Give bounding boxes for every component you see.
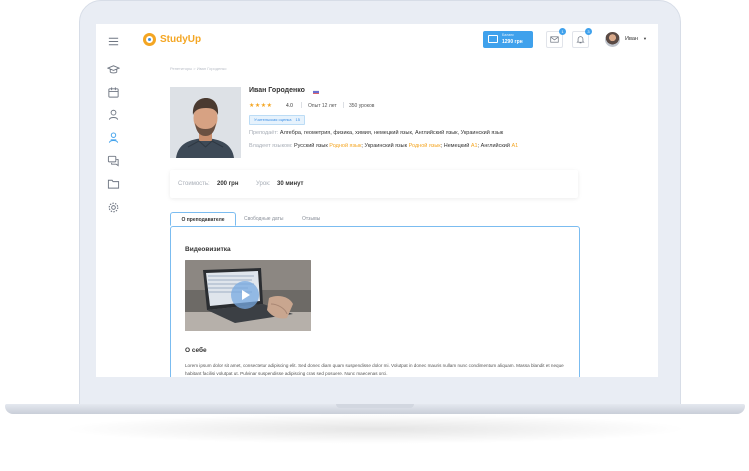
lesson-label: Урок: <box>256 181 271 187</box>
folder-icon[interactable] <box>106 177 120 191</box>
language-4-level: A1 <box>511 143 519 149</box>
language-2-level: Родной язык <box>408 143 441 149</box>
tab-free-dates[interactable]: Свободные даты <box>244 212 283 226</box>
notifications-button[interactable]: 3 <box>572 28 592 48</box>
logo[interactable]: StudyUp <box>143 33 201 46</box>
tab-reviews[interactable]: Отзывы <box>302 212 320 226</box>
cost-label: Стоимость: <box>178 181 210 187</box>
laptop-shadow <box>60 414 690 444</box>
logo-mark-icon <box>143 33 156 46</box>
languages-label: Владеет языком: <box>249 143 293 149</box>
breadcrumb[interactable]: Репетиторы > Иван Городенко <box>170 66 226 71</box>
teacher-name: Иван Городенко <box>249 87 305 94</box>
user-icon[interactable] <box>106 108 120 122</box>
bell-icon <box>576 36 585 44</box>
play-icon[interactable] <box>231 281 259 309</box>
languages-line: Владеет языком: Русский язык Родной язык… <box>249 143 518 149</box>
lessons-count: 350 уроков <box>349 103 375 109</box>
gear-icon[interactable] <box>106 201 120 215</box>
language-4: ; Английский <box>477 143 510 149</box>
divider <box>343 102 344 108</box>
rating-value: 4.0 <box>286 103 293 109</box>
about-title: О себе <box>185 347 207 354</box>
flag-icon <box>313 90 319 94</box>
teacher-icon[interactable] <box>106 131 120 145</box>
chat-icon[interactable] <box>106 154 120 168</box>
subjects-label: Преподаёт: <box>249 130 279 136</box>
app-screen: StudyUp Баланс 1290 грн 1 3 Иван ▼ Репет… <box>96 24 658 377</box>
status-badge: Учительская оценка 15 <box>249 115 305 125</box>
laptop-notch <box>336 404 414 408</box>
subjects-value: Алгебра, геометрия, физика, химия, немец… <box>279 130 504 136</box>
video-player[interactable] <box>185 260 311 331</box>
divider <box>301 102 302 108</box>
tab-about[interactable]: О преподавателе <box>170 212 236 226</box>
calendar-icon[interactable] <box>106 86 120 100</box>
messages-button[interactable]: 1 <box>546 28 566 48</box>
envelope-icon <box>550 36 559 43</box>
about-text: Lorem ipsum dolor sit amet, consectetur … <box>185 363 564 376</box>
tag-label: Учительская оценка <box>254 117 292 122</box>
sidebar <box>96 24 130 377</box>
lesson-value: 30 минут <box>277 181 304 187</box>
menu-icon[interactable] <box>106 35 120 49</box>
language-3-level: A1 <box>470 143 478 149</box>
logo-text: StudyUp <box>160 34 202 45</box>
balance-label: Баланс <box>502 33 514 37</box>
tag-value: 15 <box>295 117 300 122</box>
avatar[interactable] <box>605 32 620 47</box>
graduation-cap-icon[interactable] <box>106 63 120 77</box>
notifications-badge: 3 <box>585 28 592 35</box>
teacher-photo <box>170 87 241 158</box>
experience: Опыт 12 лет <box>308 103 337 109</box>
language-1-level: Родной язык <box>329 143 362 149</box>
balance-value: 1290 грн <box>502 39 523 45</box>
language-2: ; Украинский язык <box>361 143 408 149</box>
subjects-line: Преподаёт: Алгебра, геометрия, физика, х… <box>249 130 503 136</box>
messages-badge: 1 <box>559 28 566 35</box>
rating-stars: ★★★★ <box>249 103 273 109</box>
top-bar: StudyUp Баланс 1290 грн 1 3 Иван ▼ <box>130 24 658 57</box>
user-name[interactable]: Иван <box>625 36 638 42</box>
price-card: Стоимость: 200 грн Урок: 30 минут <box>170 170 578 198</box>
language-1: Русский язык <box>293 143 328 149</box>
video-title: Видеовизитка <box>185 246 231 253</box>
chevron-down-icon[interactable]: ▼ <box>643 36 647 41</box>
cost-value: 200 грн <box>217 181 239 187</box>
wallet-icon <box>488 35 498 43</box>
balance-button[interactable]: Баланс 1290 грн <box>483 31 533 48</box>
language-3: ; Немецкий <box>440 143 470 149</box>
